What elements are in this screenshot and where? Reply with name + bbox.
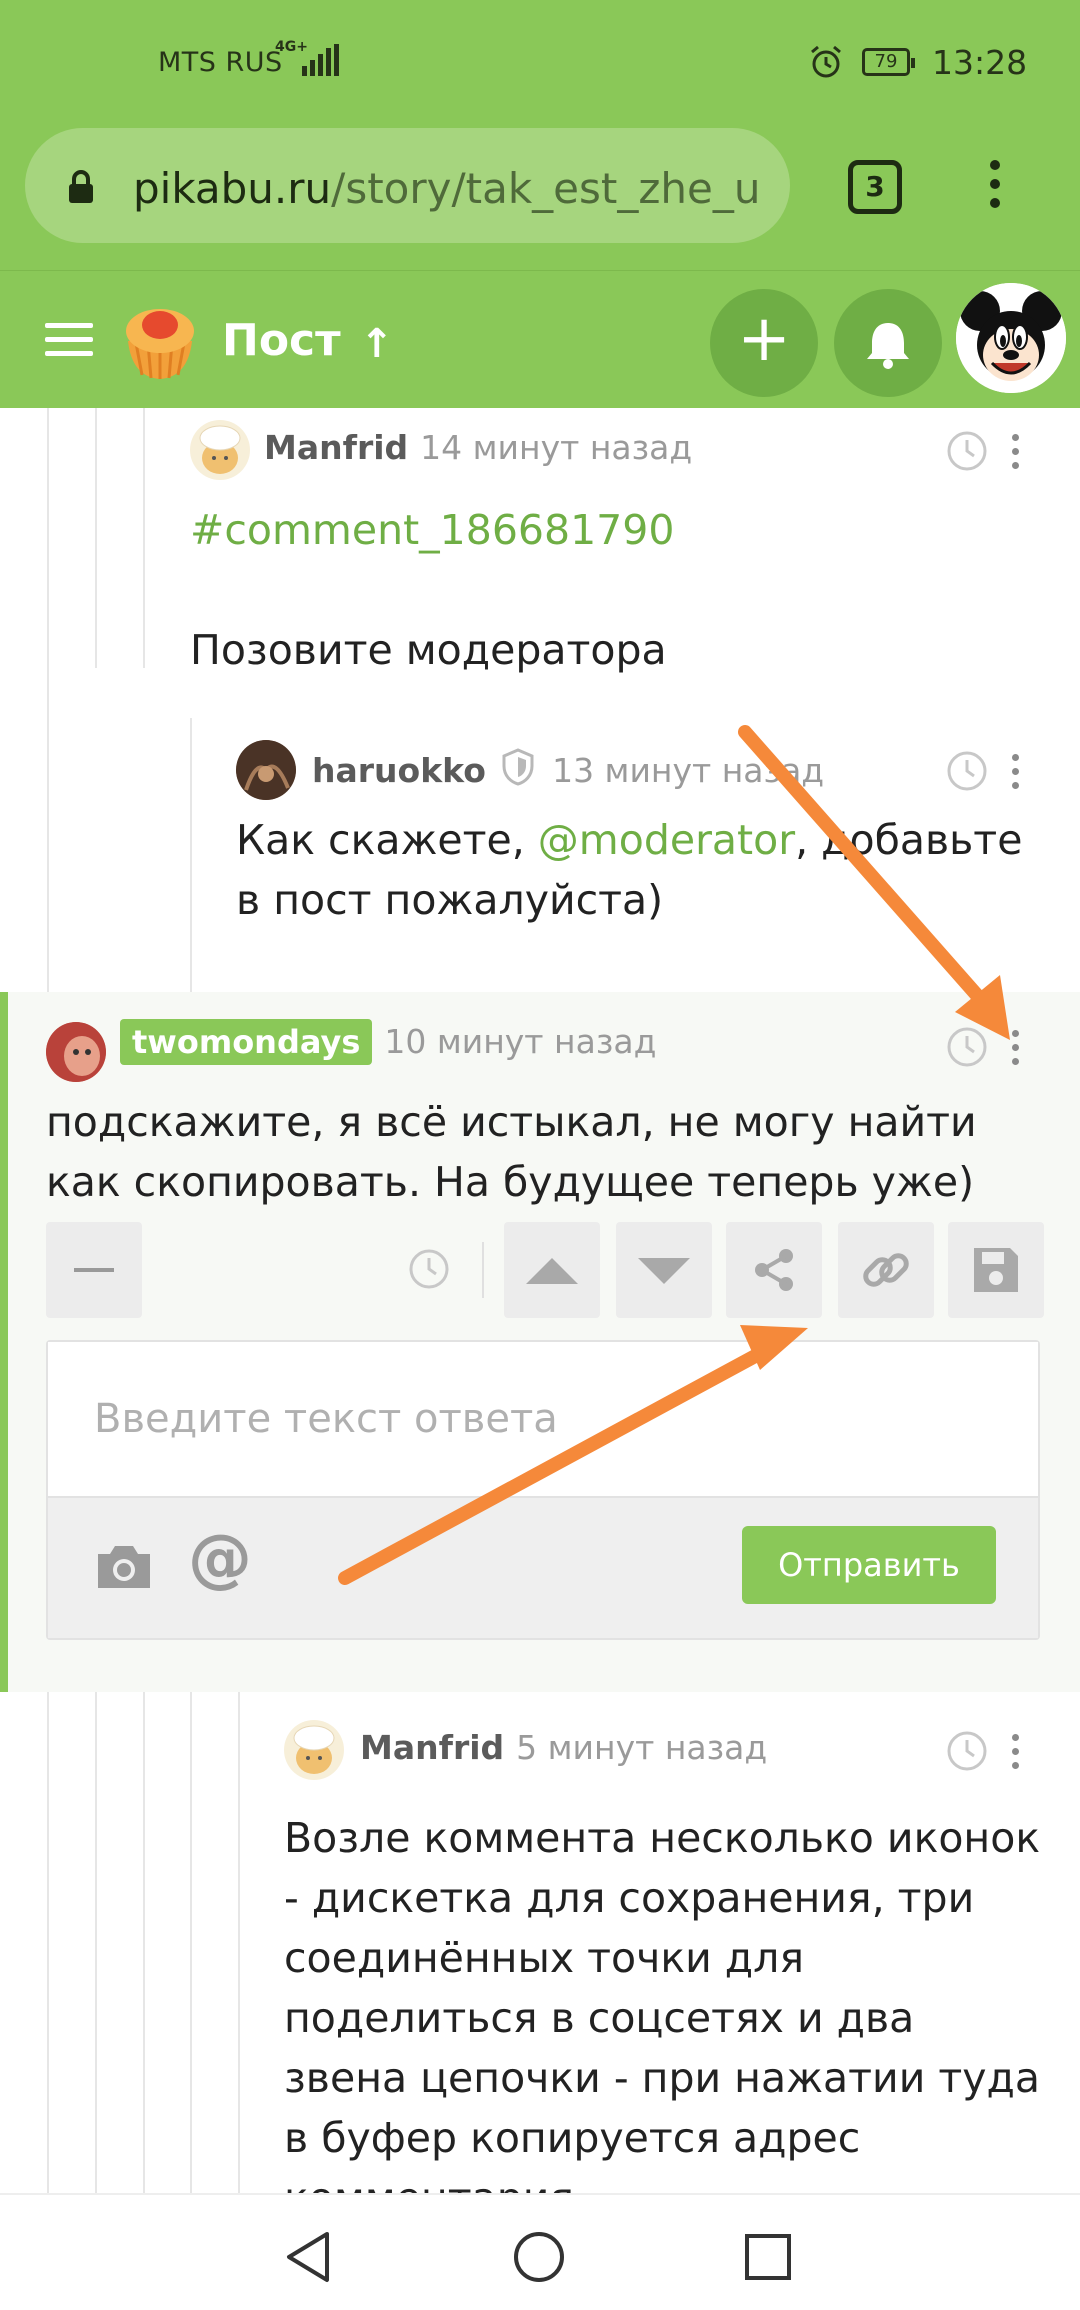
clock-icon[interactable] bbox=[946, 750, 988, 792]
share-button[interactable] bbox=[726, 1222, 822, 1318]
comment-menu-icon[interactable] bbox=[1012, 1030, 1020, 1072]
notifications-button[interactable] bbox=[834, 289, 942, 397]
comment-text: Как скажете, @moderator, добавьте в пост… bbox=[236, 810, 1036, 930]
comment-author[interactable]: haruokko bbox=[312, 751, 486, 790]
comment-header: haruokko 13 минут назад bbox=[312, 748, 824, 790]
share-icon bbox=[755, 1249, 793, 1291]
recent-apps-icon[interactable] bbox=[744, 2233, 792, 2281]
scroll-up-icon[interactable]: ↑ bbox=[360, 321, 394, 367]
send-button[interactable]: Отправить bbox=[742, 1526, 996, 1604]
comment-text: Возле коммента несколько иконок - дискет… bbox=[284, 1814, 1041, 2193]
lock-icon bbox=[69, 170, 93, 203]
browser-menu-icon[interactable] bbox=[990, 160, 1002, 217]
avatar[interactable] bbox=[236, 740, 296, 800]
page-title: Пост bbox=[222, 315, 341, 366]
avatar[interactable] bbox=[190, 420, 250, 480]
url-domain: pikabu.ru bbox=[133, 164, 332, 213]
clock-icon[interactable] bbox=[946, 1026, 988, 1068]
link-icon bbox=[863, 1253, 909, 1287]
upvote-button[interactable] bbox=[504, 1222, 600, 1318]
avatar-image bbox=[46, 1022, 106, 1082]
downvote-button[interactable] bbox=[616, 1222, 712, 1318]
comment-time: 14 минут назад bbox=[420, 428, 693, 467]
alarm-icon bbox=[811, 45, 841, 78]
system-nav-bar bbox=[0, 2193, 1080, 2310]
user-avatar[interactable] bbox=[956, 283, 1066, 393]
comment-author[interactable]: Manfrid bbox=[360, 1728, 504, 1767]
comment-header: Manfrid 14 минут назад bbox=[264, 428, 692, 467]
clock-icon[interactable] bbox=[946, 430, 988, 472]
avatar[interactable] bbox=[284, 1720, 344, 1780]
battery-icon: 79 bbox=[862, 48, 915, 76]
floppy-disk-icon bbox=[974, 1248, 1018, 1292]
reply-input[interactable] bbox=[48, 1342, 1038, 1496]
comment-author[interactable]: Manfrid bbox=[264, 428, 408, 467]
status-bar: MTS RUS 4G+ 79 13:28 bbox=[0, 0, 1080, 120]
comment: haruokko 13 минут назад Как скажете, @mo… bbox=[0, 728, 1080, 988]
site-header: Пост ↑ + bbox=[0, 270, 1080, 408]
comment-menu-icon[interactable] bbox=[1012, 754, 1020, 796]
carrier-label: MTS RUS bbox=[158, 47, 283, 78]
clock-icon[interactable] bbox=[408, 1248, 450, 1290]
comment: Manfrid 14 минут назад #comment_186681790… bbox=[0, 408, 1080, 708]
url-text: pikabu.ru/story/tak_est_zhe_u bbox=[133, 164, 773, 213]
comment-text: Позовите модератора bbox=[190, 626, 667, 674]
tabs-button[interactable]: 3 bbox=[848, 160, 902, 214]
bell-icon bbox=[867, 323, 909, 369]
shield-icon bbox=[502, 748, 534, 786]
camera-icon[interactable] bbox=[94, 1540, 154, 1592]
comment-time: 5 минут назад bbox=[516, 1728, 768, 1767]
screen: MTS RUS 4G+ 79 13:28 pikabu.ru/story/tak… bbox=[0, 0, 1080, 2310]
comment-menu-icon[interactable] bbox=[1012, 1734, 1020, 1776]
save-button[interactable] bbox=[948, 1222, 1044, 1318]
comment-time: 10 минут назад bbox=[384, 1022, 657, 1061]
comment-actions bbox=[46, 1222, 1046, 1318]
signal-icon bbox=[302, 44, 339, 76]
url-path: /story/tak_est_zhe_u bbox=[331, 164, 761, 213]
triangle-up-icon bbox=[526, 1258, 578, 1284]
collapse-button[interactable] bbox=[46, 1222, 142, 1318]
avatar-image bbox=[199, 425, 241, 474]
comment: Manfrid 5 минут назад Возле коммента неск… bbox=[0, 1708, 1080, 2193]
comment-header: twomondays 10 минут назад bbox=[120, 1019, 656, 1065]
comment-text-part: Как скажете, bbox=[236, 816, 538, 864]
comment-time: 13 минут назад bbox=[552, 751, 825, 790]
comment-text: подскажите, я всё истыкал, не могу найти… bbox=[46, 1098, 977, 1206]
reply-form: @ Отправить bbox=[46, 1340, 1040, 1640]
selected-comment: twomondays 10 минут назад подскажите, я в… bbox=[0, 992, 1080, 1692]
mickey-avatar-image bbox=[956, 283, 1066, 393]
triangle-down-icon bbox=[638, 1258, 690, 1284]
add-post-button[interactable]: + bbox=[710, 289, 818, 397]
reply-toolbar: @ Отправить bbox=[48, 1496, 1038, 1638]
menu-icon[interactable] bbox=[45, 323, 93, 359]
comment-link[interactable]: #comment_186681790 bbox=[190, 500, 674, 560]
avatar-image bbox=[236, 740, 296, 800]
comments-area: Manfrid 14 минут назад #comment_186681790… bbox=[0, 408, 1080, 2193]
comment-author[interactable]: twomondays bbox=[120, 1019, 373, 1065]
clock-time: 13:28 bbox=[932, 43, 1028, 82]
mention-link[interactable]: @moderator bbox=[538, 816, 795, 864]
pikabu-logo[interactable] bbox=[118, 299, 202, 383]
home-icon[interactable] bbox=[512, 2230, 566, 2284]
back-icon[interactable] bbox=[283, 2230, 331, 2284]
copy-link-button[interactable] bbox=[838, 1222, 934, 1318]
avatar[interactable] bbox=[46, 1022, 106, 1082]
comment-header: Manfrid 5 минут назад bbox=[360, 1728, 767, 1767]
url-bar[interactable]: pikabu.ru/story/tak_est_zhe_u bbox=[25, 128, 790, 243]
avatar-image bbox=[293, 1725, 335, 1774]
browser-toolbar: pikabu.ru/story/tak_est_zhe_u 3 bbox=[0, 120, 1080, 270]
divider bbox=[482, 1242, 484, 1298]
clock-icon[interactable] bbox=[946, 1730, 988, 1772]
minus-icon bbox=[74, 1268, 114, 1272]
mention-icon[interactable]: @ bbox=[188, 1522, 252, 1596]
comment-menu-icon[interactable] bbox=[1012, 434, 1020, 476]
